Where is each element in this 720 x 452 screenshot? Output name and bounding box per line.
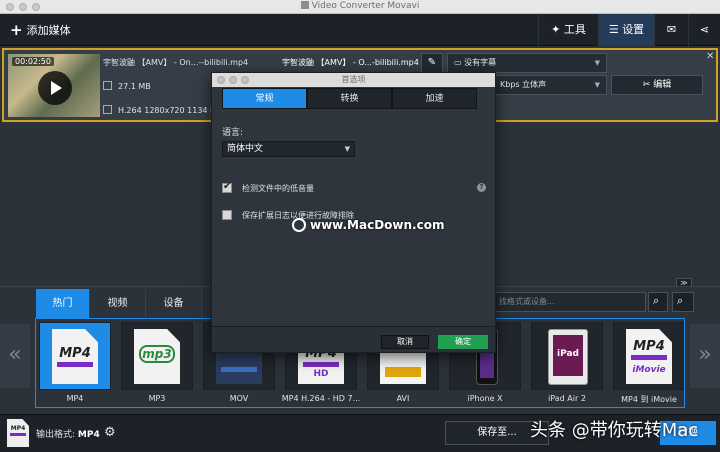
main-toolbar: + 添加媒体 ✦ 工具 ☰ 设置 ✉ ⋖ [0, 14, 720, 46]
play-icon[interactable] [38, 71, 72, 105]
tab-acceleration[interactable]: 加速 [392, 88, 477, 109]
preferences-dialog: 首选项 常规 转换 加速 语言: 简体中文▼ 检测文件中的低音量 ? 保存扩展日… [211, 72, 496, 353]
pencil-icon: ✎ [427, 57, 437, 68]
tab-general[interactable]: 常规 [222, 88, 307, 109]
gear-icon[interactable]: ⚙ [104, 425, 116, 440]
presets-prev-button[interactable]: « [0, 324, 30, 388]
app-icon [300, 1, 309, 9]
file-size: 27.1 MB [103, 81, 151, 91]
low-volume-checkbox[interactable] [222, 181, 232, 193]
tab-video[interactable]: 视频 [90, 289, 146, 319]
mail-button[interactable]: ✉ [654, 14, 688, 46]
cancel-button[interactable]: 取消 [381, 335, 429, 349]
overlay-watermark: 头条 @带你玩转Mac [530, 420, 699, 441]
device-detect-button[interactable]: ⌕ [672, 292, 694, 312]
watermark-logo-icon [292, 218, 306, 232]
chevron-down-icon: ▼ [344, 145, 350, 153]
window-title: Video Converter Movavi [0, 1, 720, 11]
duration-badge: 00:02:50 [12, 57, 54, 66]
add-media-button[interactable]: + 添加媒体 [6, 19, 75, 41]
settings-icon: ☰ [608, 23, 619, 36]
tab-conversion[interactable]: 转换 [307, 88, 392, 109]
subtitle-dropdown[interactable]: ▭ 没有字幕 ▼ [447, 53, 607, 73]
subtitle-icon: ▭ [454, 58, 465, 67]
search-icon: ⌕ [653, 294, 660, 307]
video-thumbnail[interactable]: 00:02:50 [8, 54, 100, 117]
language-select[interactable]: 简体中文 ▼ [222, 141, 355, 157]
share-icon: ⋖ [699, 23, 710, 36]
site-watermark: www.MacDown.com [292, 218, 444, 232]
edit-button[interactable]: ✂ 编辑 [611, 75, 703, 95]
output-filename: 宇智波鼬 【AMV】 - O...-bilibili.mp4 [282, 58, 419, 67]
source-filename: 宇智波鼬 【AMV】 - On...--bilibili.mp4 [103, 58, 249, 67]
dialog-title: 首选项 [341, 75, 366, 84]
chevron-down-icon: ▼ [594, 81, 600, 89]
format-search-input[interactable]: 找格式或设备... [494, 292, 646, 312]
share-button[interactable]: ⋖ [688, 14, 720, 46]
output-format-label: 输出格式: MP4 [36, 430, 100, 440]
rename-button[interactable]: ✎ [421, 53, 443, 73]
search-button[interactable]: ⌕ [648, 292, 668, 312]
wand-icon: ✦ [551, 23, 561, 36]
window-titlebar: Video Converter Movavi [0, 0, 720, 14]
dialog-titlebar: 首选项 [212, 73, 495, 87]
chevron-down-icon: ▼ [594, 59, 600, 67]
extended-log-checkbox[interactable] [222, 210, 232, 220]
mail-icon: ✉ [666, 23, 677, 36]
help-icon[interactable]: ? [477, 183, 486, 192]
output-format-icon[interactable]: MP4 [7, 419, 29, 447]
plus-icon: + [10, 21, 23, 39]
tab-devices[interactable]: 设备 [146, 289, 202, 319]
settings-button[interactable]: ☰ 设置 [598, 14, 654, 46]
scissors-icon: ✂ [642, 80, 651, 90]
ok-button[interactable]: 确定 [438, 335, 488, 349]
remove-file-icon[interactable]: ✕ [706, 51, 714, 62]
device-search-icon: ⌕ [677, 294, 684, 307]
tab-popular[interactable]: 热门 [36, 289, 90, 319]
film-icon [103, 105, 112, 114]
file-icon [103, 81, 112, 90]
tools-button[interactable]: ✦ 工具 [538, 14, 598, 46]
language-label: 语言: [222, 128, 244, 138]
presets-next-button[interactable]: » [690, 324, 720, 388]
video-info: H.264 1280x720 1134 Kb [103, 105, 220, 115]
low-volume-label: 检测文件中的低音量 [242, 184, 314, 193]
